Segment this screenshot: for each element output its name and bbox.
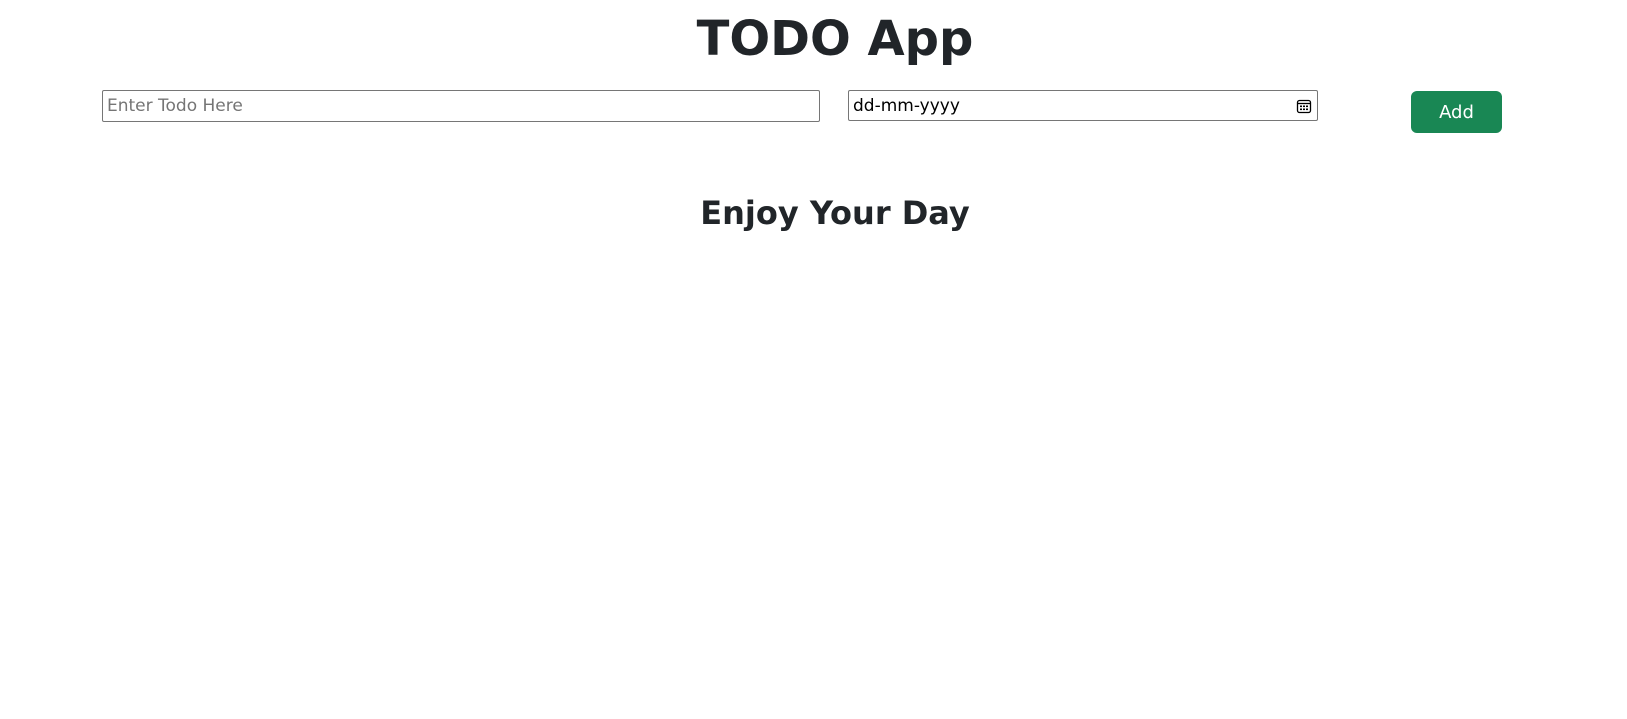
date-input[interactable]: dd-mm-yyyy bbox=[848, 90, 1318, 121]
add-button[interactable]: Add bbox=[1411, 91, 1502, 133]
todo-input[interactable] bbox=[102, 90, 820, 122]
date-input-placeholder: dd-mm-yyyy bbox=[853, 95, 960, 116]
empty-state-message: Enjoy Your Day bbox=[700, 194, 970, 232]
page-title: TODO App bbox=[696, 11, 974, 67]
calendar-icon[interactable] bbox=[1295, 97, 1313, 115]
todo-app-page: TODO App dd-mm-yyyy Add Enjoy Your Day bbox=[0, 0, 1627, 719]
